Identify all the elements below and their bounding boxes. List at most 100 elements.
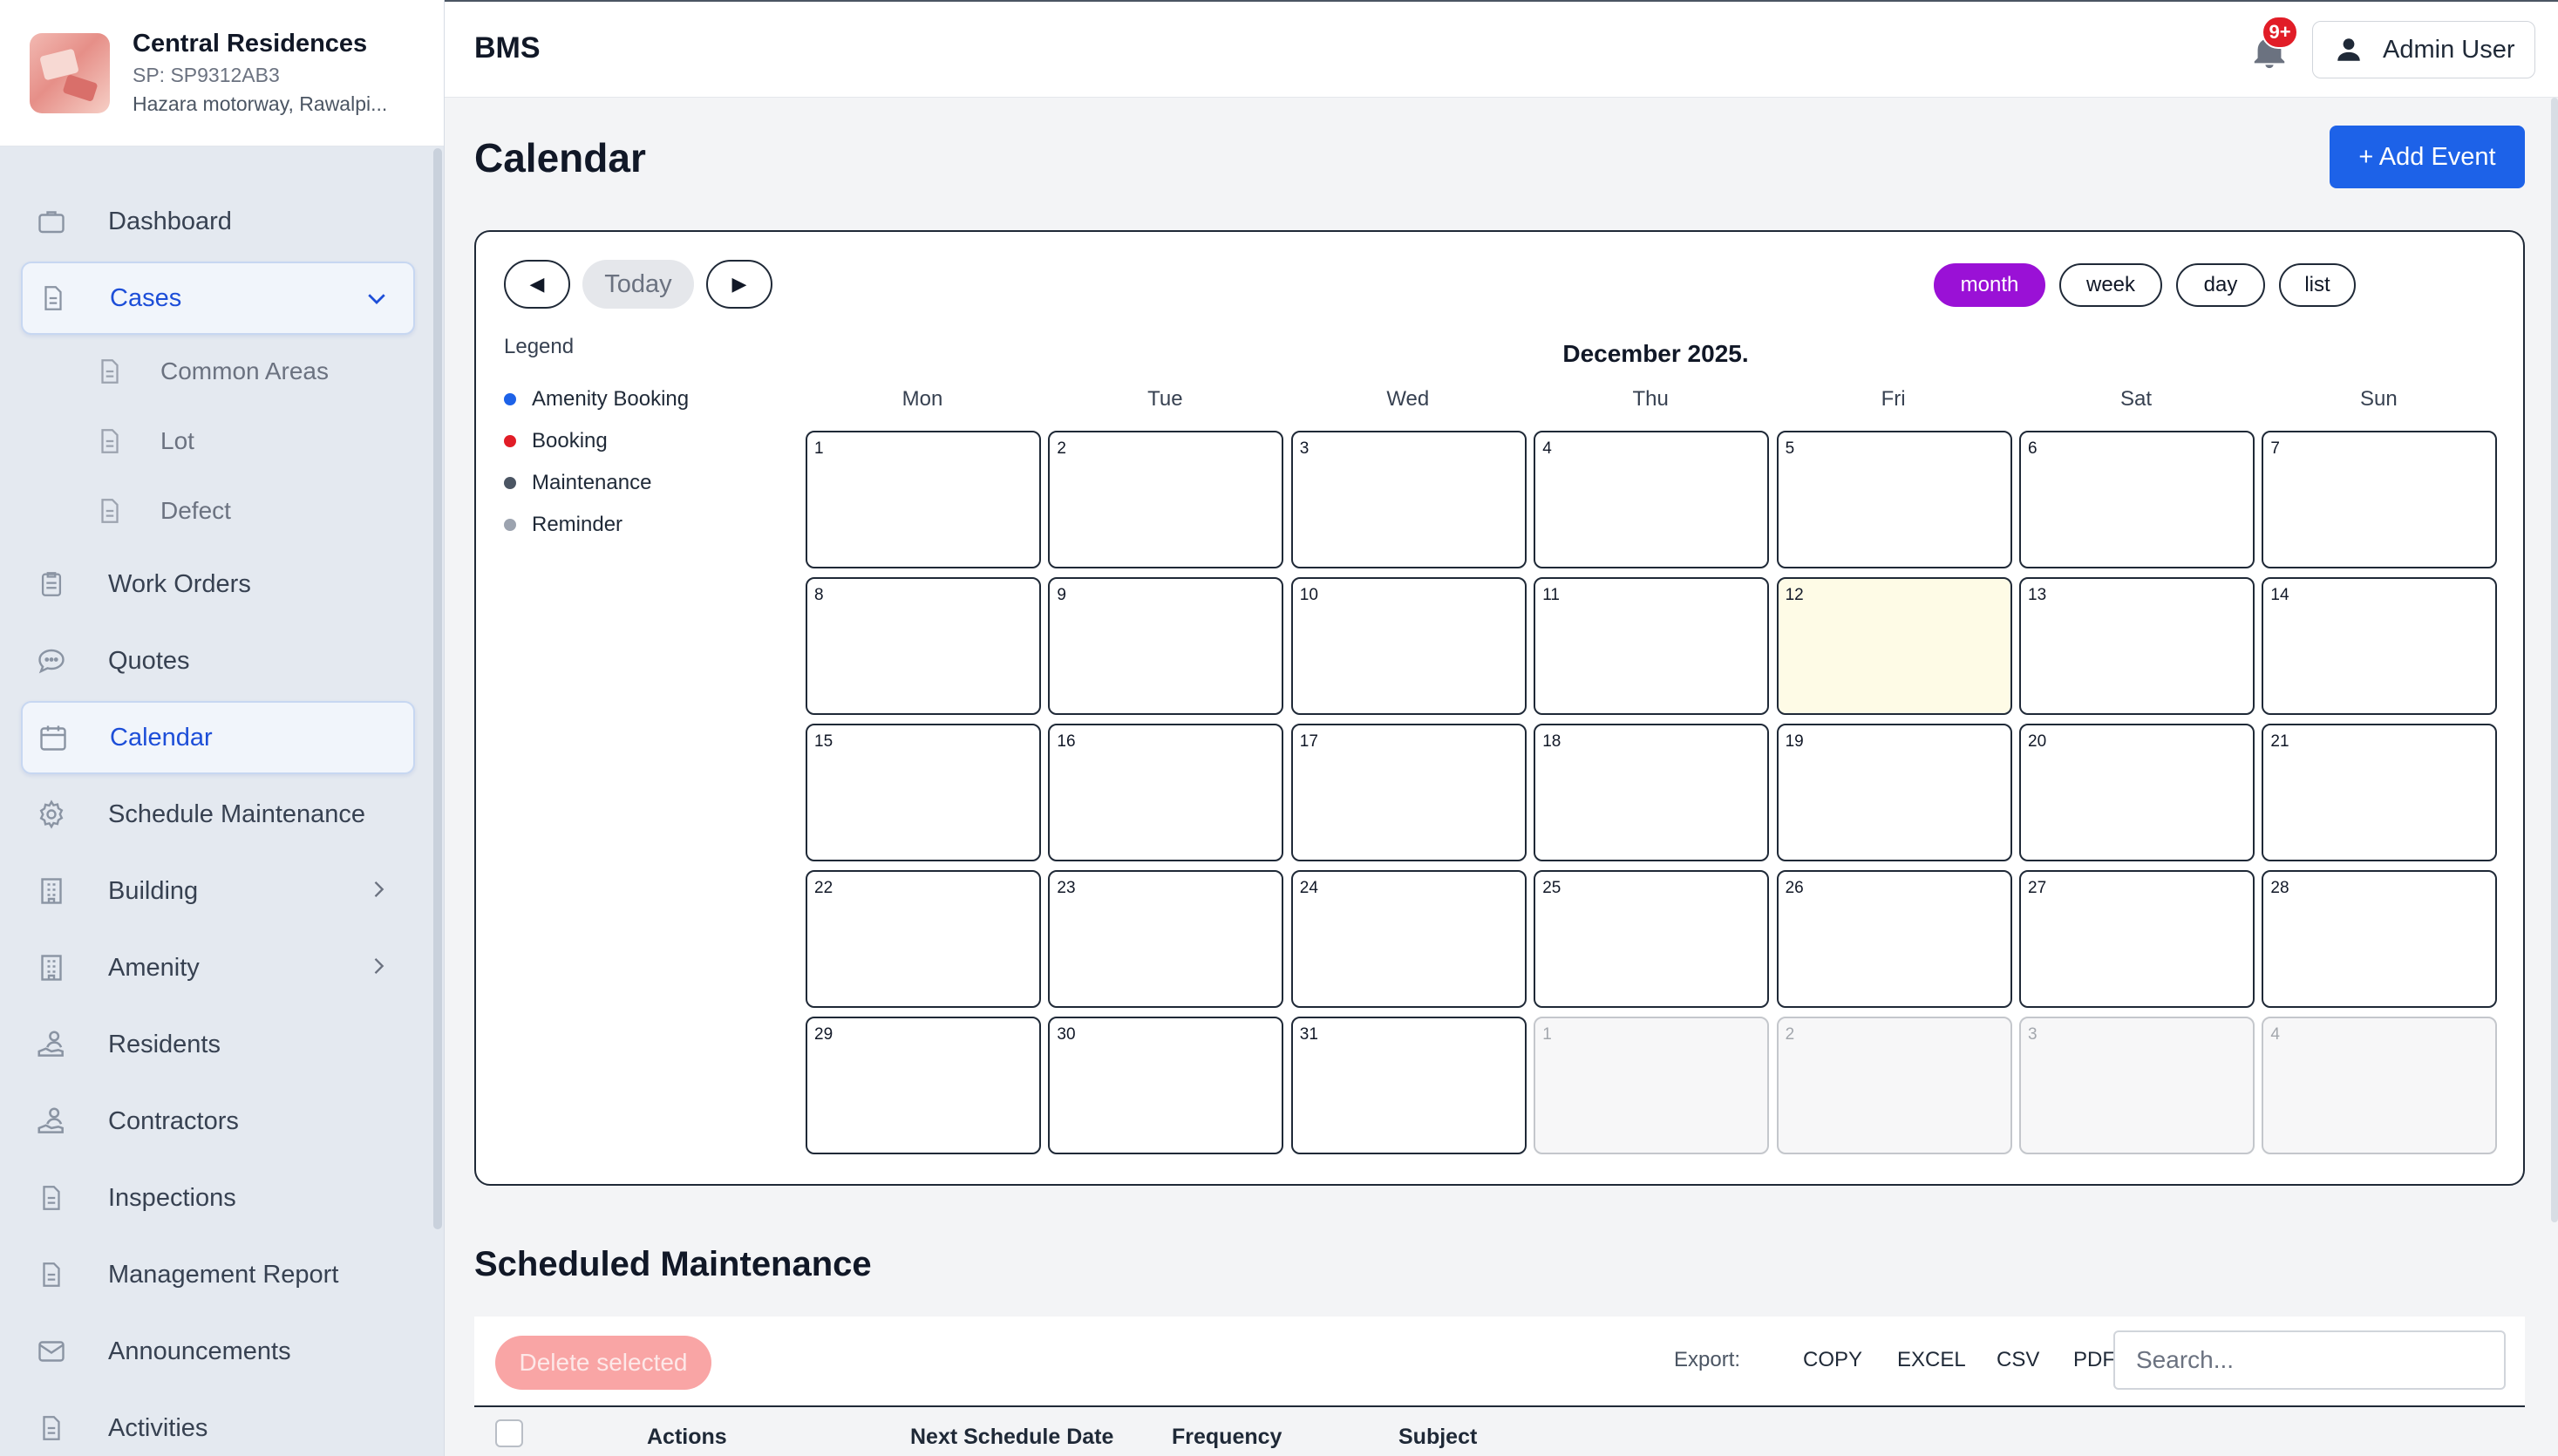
calendar-day-cell[interactable]: 22 bbox=[806, 870, 1041, 1008]
calendar-day-cell[interactable]: 11 bbox=[1534, 577, 1770, 715]
calendar-day-cell[interactable]: 7 bbox=[2262, 431, 2498, 568]
calendar-day-cell[interactable]: 31 bbox=[1290, 1017, 1527, 1154]
day-number[interactable]: 1 bbox=[814, 439, 824, 459]
column-header-subject[interactable]: Subject bbox=[1398, 1425, 1477, 1450]
day-number[interactable]: 5 bbox=[1786, 439, 1795, 459]
view-week-button[interactable]: week bbox=[2059, 263, 2162, 307]
prev-month-button[interactable]: ◀ bbox=[504, 260, 570, 309]
add-event-button[interactable]: + Add Event bbox=[2330, 126, 2525, 188]
sidebar-item-inspections[interactable]: Inspections bbox=[21, 1161, 415, 1235]
sidebar-item-quotes[interactable]: Quotes bbox=[21, 624, 415, 697]
day-number[interactable]: 31 bbox=[1300, 1025, 1318, 1044]
calendar-day-cell[interactable]: 6 bbox=[2019, 431, 2255, 568]
day-number[interactable]: 15 bbox=[814, 732, 833, 752]
today-button[interactable]: Today bbox=[582, 260, 694, 309]
day-number[interactable]: 17 bbox=[1300, 732, 1318, 752]
calendar-day-cell[interactable]: 2 bbox=[1048, 431, 1284, 568]
day-number[interactable]: 2 bbox=[1057, 439, 1066, 459]
calendar-day-cell[interactable]: 19 bbox=[1776, 724, 2012, 861]
sidebar-item-contractors[interactable]: Contractors bbox=[21, 1085, 415, 1158]
sidebar-item-work-orders[interactable]: Work Orders bbox=[21, 548, 415, 621]
calendar-day-cell[interactable]: 8 bbox=[806, 577, 1041, 715]
calendar-day-cell[interactable]: 1 bbox=[806, 431, 1041, 568]
calendar-day-cell[interactable]: 10 bbox=[1290, 577, 1527, 715]
calendar-day-cell[interactable]: 4 bbox=[1534, 431, 1770, 568]
day-number[interactable]: 11 bbox=[1542, 586, 1560, 605]
day-number[interactable]: 3 bbox=[1300, 439, 1310, 459]
user-menu-button[interactable]: Admin User bbox=[2312, 21, 2535, 78]
day-number[interactable]: 3 bbox=[2028, 1025, 2038, 1044]
calendar-day-cell[interactable]: 3 bbox=[2019, 1017, 2255, 1154]
day-number[interactable]: 4 bbox=[1542, 439, 1552, 459]
calendar-day-cell[interactable]: 18 bbox=[1534, 724, 1770, 861]
sidebar-item-activities[interactable]: Activities bbox=[21, 1391, 415, 1456]
day-number[interactable]: 21 bbox=[2270, 732, 2289, 752]
calendar-day-cell[interactable]: 25 bbox=[1534, 870, 1770, 1008]
property-header[interactable]: Central Residences SP: SP9312AB3 Hazara … bbox=[0, 0, 444, 146]
day-number[interactable]: 2 bbox=[1786, 1025, 1795, 1044]
calendar-day-cell[interactable]: 2 bbox=[1776, 1017, 2012, 1154]
day-number[interactable]: 27 bbox=[2028, 879, 2046, 898]
page-scrollbar[interactable] bbox=[2551, 98, 2558, 1222]
sidebar-item-residents[interactable]: Residents bbox=[21, 1008, 415, 1081]
calendar-day-cell[interactable]: 3 bbox=[1290, 431, 1527, 568]
sidebar-item-management-report[interactable]: Management Report bbox=[21, 1238, 415, 1311]
column-header-actions[interactable]: Actions bbox=[647, 1425, 727, 1450]
calendar-day-cell[interactable]: 9 bbox=[1048, 577, 1284, 715]
day-number[interactable]: 9 bbox=[1057, 586, 1066, 605]
day-number[interactable]: 8 bbox=[814, 586, 824, 605]
view-list-button[interactable]: list bbox=[2279, 263, 2356, 307]
chevron-right-icon[interactable] bbox=[364, 875, 392, 903]
calendar-day-cell[interactable]: 14 bbox=[2262, 577, 2498, 715]
calendar-day-cell[interactable]: 20 bbox=[2019, 724, 2255, 861]
calendar-day-cell[interactable]: 26 bbox=[1776, 870, 2012, 1008]
sidebar-item-lot[interactable]: Lot bbox=[94, 408, 415, 474]
calendar-day-cell[interactable]: 24 bbox=[1290, 870, 1527, 1008]
day-number[interactable]: 22 bbox=[814, 879, 833, 898]
sidebar-scrollbar[interactable] bbox=[433, 148, 442, 1229]
day-number[interactable]: 12 bbox=[1786, 586, 1804, 605]
calendar-day-cell[interactable]: 15 bbox=[806, 724, 1041, 861]
day-number[interactable]: 1 bbox=[1542, 1025, 1552, 1044]
calendar-day-cell[interactable]: 1 bbox=[1534, 1017, 1770, 1154]
day-number[interactable]: 7 bbox=[2270, 439, 2280, 459]
select-all-checkbox[interactable] bbox=[495, 1419, 523, 1447]
sidebar-item-cases[interactable]: Cases bbox=[21, 262, 415, 335]
chevron-down-icon[interactable] bbox=[363, 284, 391, 312]
day-number[interactable]: 28 bbox=[2270, 879, 2289, 898]
day-number[interactable]: 19 bbox=[1786, 732, 1804, 752]
day-number[interactable]: 18 bbox=[1542, 732, 1561, 752]
table-search-input[interactable] bbox=[2113, 1330, 2506, 1390]
next-month-button[interactable]: ▶ bbox=[706, 260, 772, 309]
calendar-day-cell[interactable]: 4 bbox=[2262, 1017, 2498, 1154]
day-number[interactable]: 23 bbox=[1057, 879, 1075, 898]
day-number[interactable]: 30 bbox=[1057, 1025, 1075, 1044]
calendar-day-cell[interactable]: 23 bbox=[1048, 870, 1284, 1008]
export-csv-button[interactable]: CSV bbox=[1997, 1348, 2039, 1372]
day-number[interactable]: 20 bbox=[2028, 732, 2046, 752]
day-number[interactable]: 14 bbox=[2270, 586, 2289, 605]
view-month-button[interactable]: month bbox=[1934, 263, 2045, 307]
sidebar-item-announcements[interactable]: Announcements bbox=[21, 1315, 415, 1388]
day-number[interactable]: 10 bbox=[1300, 586, 1318, 605]
sidebar-item-building[interactable]: Building bbox=[21, 854, 415, 928]
sidebar-item-common-areas[interactable]: Common Areas bbox=[94, 338, 415, 405]
delete-selected-button[interactable]: Delete selected bbox=[495, 1336, 711, 1390]
day-number[interactable]: 13 bbox=[2028, 586, 2046, 605]
day-number[interactable]: 16 bbox=[1057, 732, 1075, 752]
sidebar-item-calendar[interactable]: Calendar bbox=[21, 701, 415, 774]
calendar-day-cell[interactable]: 28 bbox=[2262, 870, 2498, 1008]
calendar-day-cell[interactable]: 5 bbox=[1776, 431, 2012, 568]
view-day-button[interactable]: day bbox=[2176, 263, 2265, 307]
sidebar-item-defect[interactable]: Defect bbox=[94, 478, 415, 544]
calendar-day-cell[interactable]: 17 bbox=[1290, 724, 1527, 861]
chevron-right-icon[interactable] bbox=[364, 952, 392, 980]
day-number[interactable]: 6 bbox=[2028, 439, 2038, 459]
column-header-next-schedule-date[interactable]: Next Schedule Date bbox=[910, 1425, 1113, 1450]
day-number[interactable]: 26 bbox=[1786, 879, 1804, 898]
calendar-day-today[interactable]: 12 bbox=[1776, 577, 2012, 715]
day-number[interactable]: 29 bbox=[814, 1025, 833, 1044]
calendar-day-cell[interactable]: 13 bbox=[2019, 577, 2255, 715]
column-header-frequency[interactable]: Frequency bbox=[1172, 1425, 1282, 1450]
calendar-day-cell[interactable]: 29 bbox=[806, 1017, 1041, 1154]
